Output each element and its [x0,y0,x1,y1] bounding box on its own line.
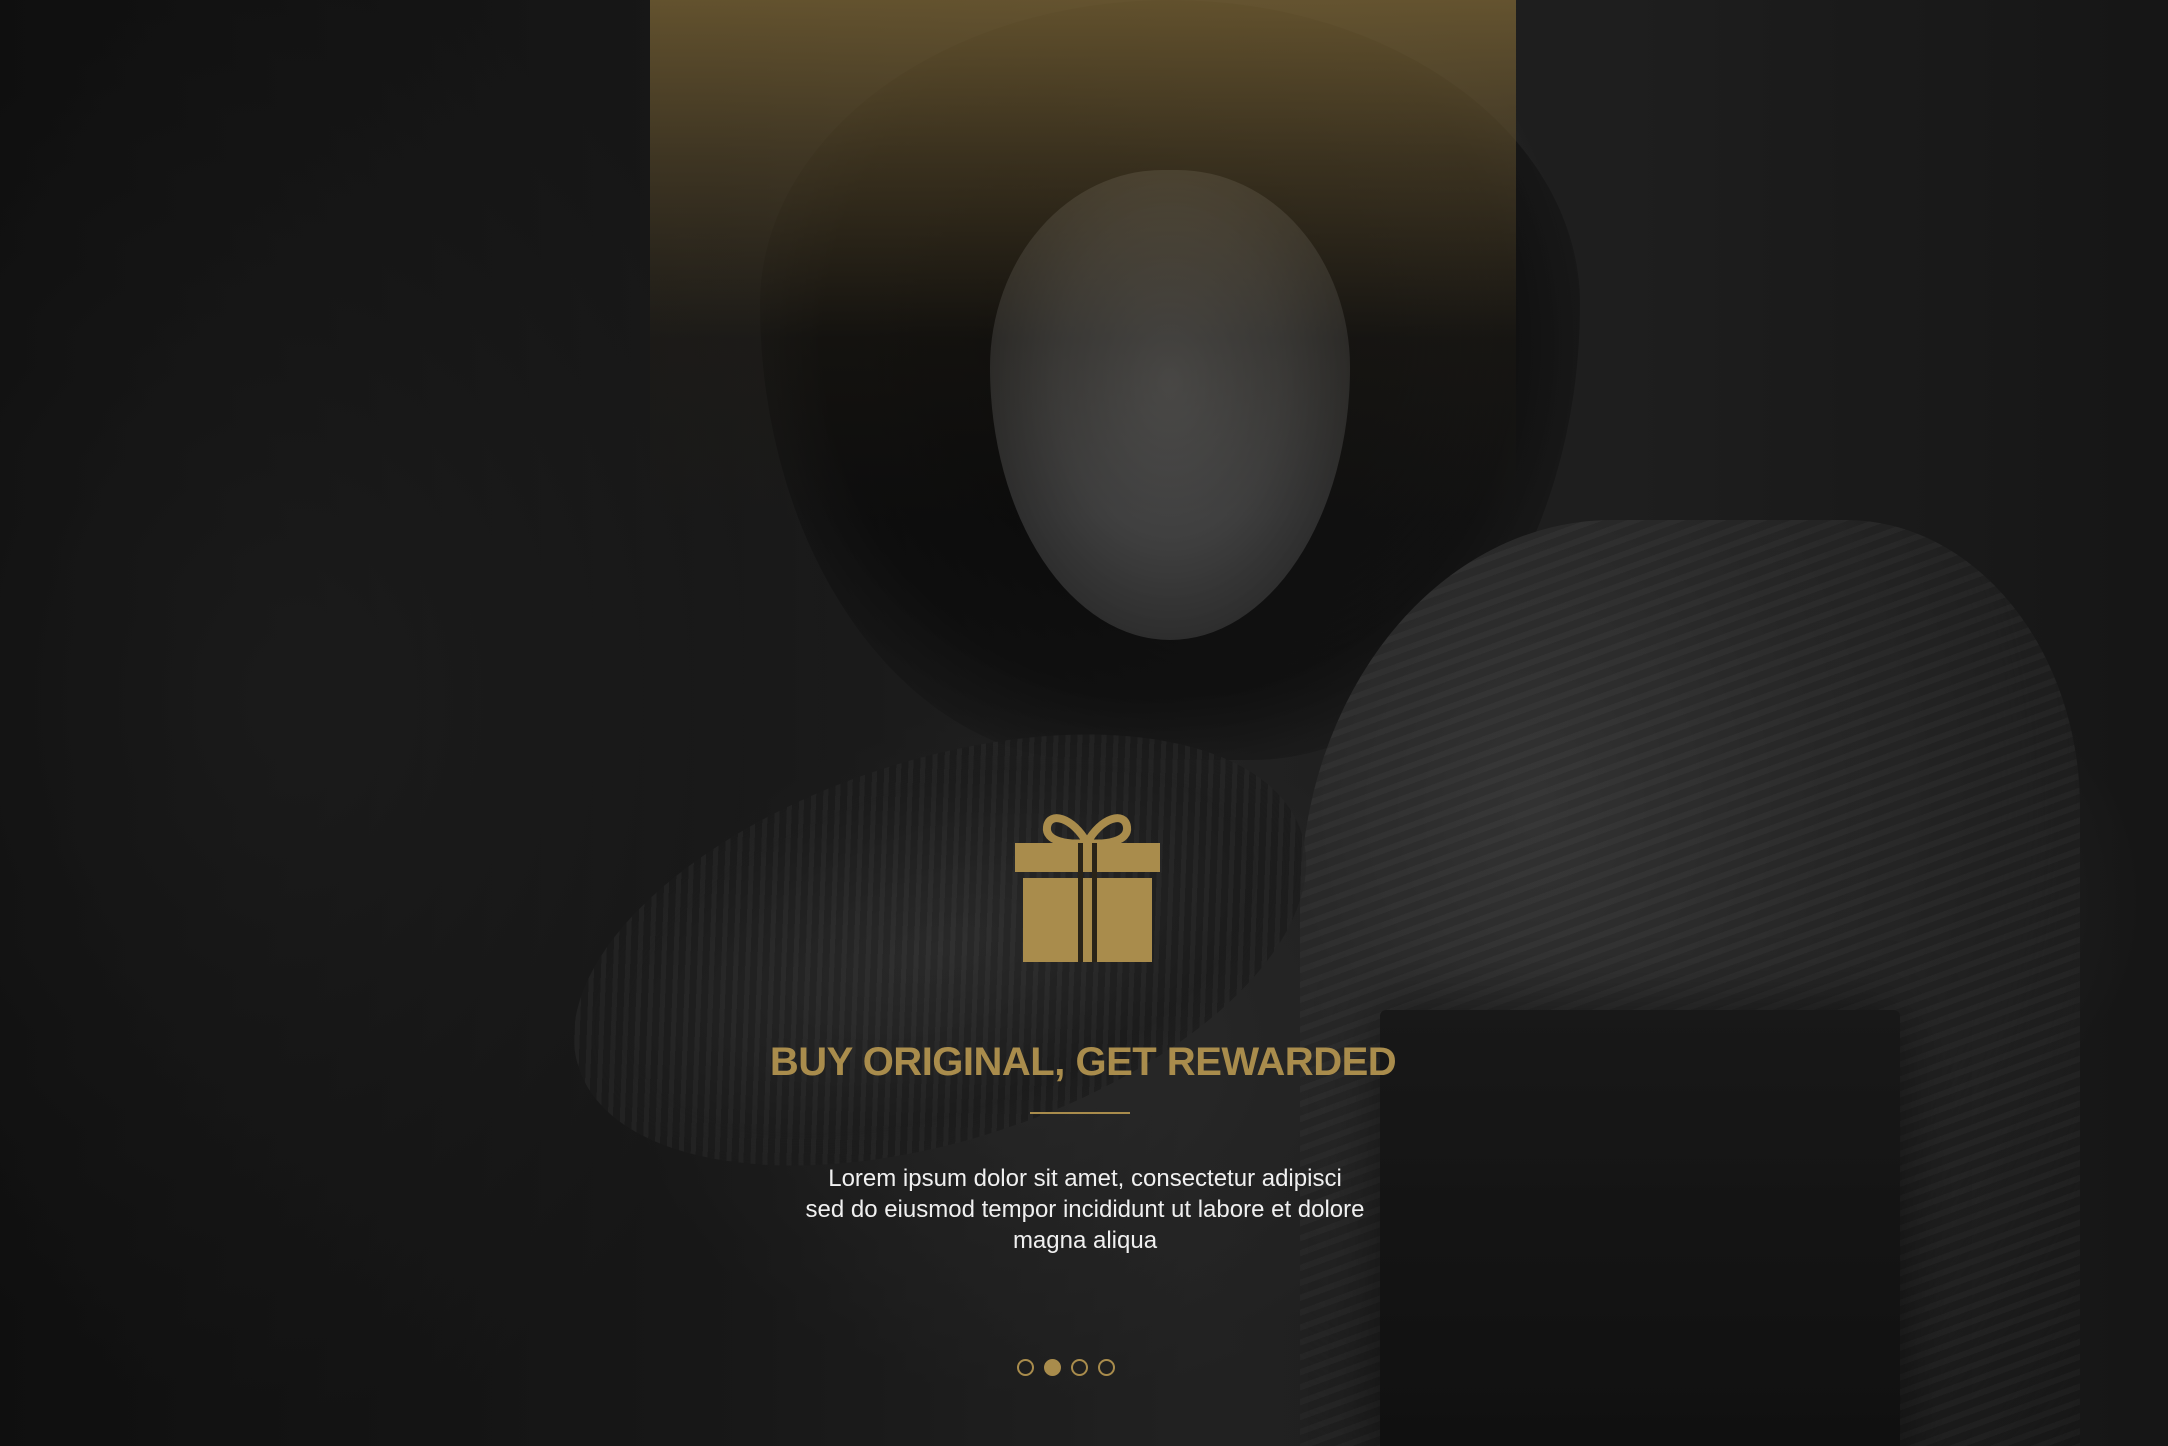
hero-description: Lorem ipsum dolor sit amet, consectetur … [740,1163,1430,1256]
title-divider [1030,1112,1130,1114]
pagination-dot-4[interactable] [1098,1358,1115,1376]
gift-icon [1015,814,1160,962]
pagination-dot-2[interactable] [1044,1358,1061,1376]
description-line: sed do eiusmod tempor incididunt ut labo… [805,1196,1365,1223]
hero-title: BUY ORIGINAL, GET REWARDED [769,1040,1397,1084]
panel-gold-gradient [650,0,1516,520]
description-line: magna aliqua [1012,1227,1158,1254]
pagination-dots [1017,1356,1115,1378]
pagination-dot-3[interactable] [1071,1358,1088,1376]
pagination-dot-1[interactable] [1017,1358,1034,1376]
description-line: Lorem ipsum dolor sit amet, consectetur … [828,1165,1342,1192]
